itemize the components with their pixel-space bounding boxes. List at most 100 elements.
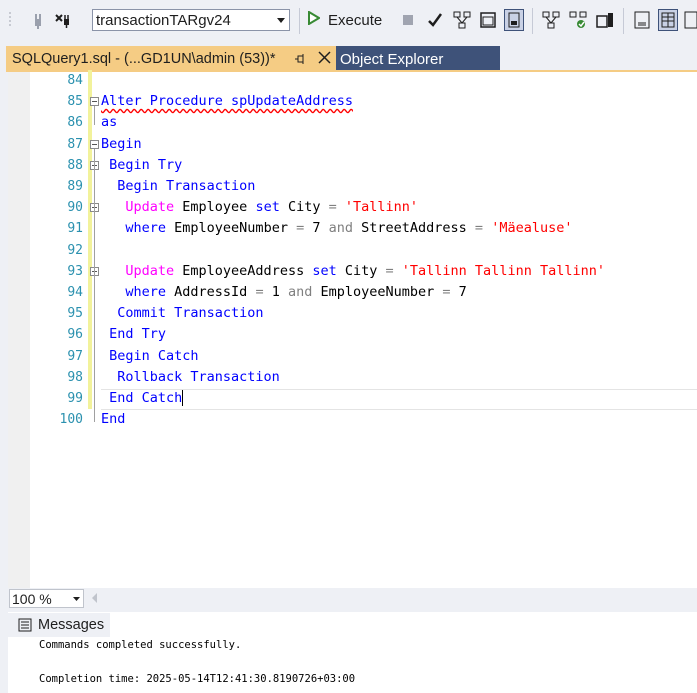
code-token: Begin Transaction [101, 178, 256, 194]
code-token: = [328, 199, 337, 216]
tab-messages[interactable]: Messages [8, 613, 110, 637]
code-token: 'Tallinn' [344, 199, 419, 216]
code-line: End Try [101, 324, 166, 345]
code-token: AddressId [166, 284, 256, 300]
play-icon [308, 9, 321, 30]
toolbar: transactionTARgv24 Execute [0, 0, 697, 42]
line-number: 91 [67, 221, 83, 237]
code-token: = [385, 262, 394, 279]
code-token: as [101, 114, 118, 131]
code-token: set [255, 199, 280, 216]
tab-object-explorer[interactable]: Object Explorer [336, 46, 500, 72]
stop-icon[interactable] [398, 9, 418, 31]
close-icon[interactable] [318, 51, 331, 69]
current-line-highlight [101, 389, 697, 410]
glyph-margin [8, 72, 30, 588]
code-token: Commit Transaction [101, 305, 264, 322]
toolbar-overflow-icon[interactable] [2, 9, 22, 31]
execute-button[interactable]: Execute [308, 9, 382, 31]
editor-status-bar [8, 588, 697, 610]
code-line: Update Employee set City = 'Tallinn' [101, 197, 418, 218]
parse-check-icon[interactable] [425, 9, 445, 31]
database-select[interactable]: transactionTARgv24 [92, 9, 290, 31]
query-editor[interactable]: 84 85 Alter Procedure spUpdateAddress 86 as 8… [8, 70, 697, 588]
code-line: where EmployeeNumber = 7 and StreetAddre… [101, 218, 572, 239]
zoom-select[interactable]: 100 % [9, 589, 84, 608]
results-to-file-icon[interactable] [684, 9, 697, 31]
code-token: End [101, 411, 126, 428]
code-token: where [101, 220, 167, 237]
code-token: EmployeeNumber [312, 284, 443, 300]
query-options-icon[interactable] [478, 9, 498, 31]
plug-icon[interactable] [28, 9, 48, 31]
results-to-text-icon[interactable] [632, 9, 652, 31]
toolbar-separator [623, 8, 624, 34]
line-number: 99 [67, 391, 83, 406]
tab-object-explorer-label: Object Explorer [340, 50, 444, 68]
code-line: Commit Transaction [101, 303, 264, 324]
line-number: 96 [67, 327, 83, 343]
line-number: 85 [67, 94, 83, 110]
client-stats-icon[interactable] [595, 9, 615, 31]
line-number: 93 [67, 263, 83, 279]
code-line: where AddressId = 1 and EmployeeNumber =… [101, 282, 467, 303]
line-number: 98 [67, 369, 83, 385]
execute-label: Execute [328, 11, 383, 29]
code-token: and [328, 220, 353, 237]
code-token: Begin Catch [101, 347, 199, 364]
code-line: Rollback Transaction [101, 367, 280, 388]
code-token: = [474, 220, 484, 237]
change-tracking-bar [88, 70, 92, 410]
code-token: 'Tallinn Tallinn Tallinn' [401, 262, 605, 279]
code-line: Begin Try [101, 155, 182, 176]
code-token: End Try [101, 326, 167, 343]
code-line: Begin Catch [101, 346, 199, 367]
line-number: 89 [67, 179, 83, 194]
message-line: Completion time: 2025-05-14T12:41:30.819… [39, 673, 356, 685]
live-stats-icon[interactable] [568, 9, 588, 31]
code-line: Update EmployeeAddress set City = 'Talli… [101, 261, 605, 282]
code-line: End [101, 409, 125, 430]
line-number: 88 [67, 157, 83, 173]
chevron-down-icon [69, 596, 83, 601]
code-token: Update [101, 199, 175, 216]
tab-sqlquery1[interactable]: SQLQuery1.sql - (...GD1UN\admin (53))* [6, 46, 336, 72]
code-token: Begin [101, 135, 142, 152]
message-line: Commands completed successfully. [39, 639, 242, 651]
line-number: 87 [67, 136, 83, 152]
estimated-plan-icon[interactable] [452, 9, 472, 31]
intellisense-toggle-icon[interactable] [504, 9, 524, 31]
line-number: 92 [67, 242, 83, 258]
code-token: = [442, 284, 451, 300]
line-number: 94 [67, 285, 83, 300]
code-token: = [296, 220, 305, 237]
collapse-toggle-icon[interactable] [90, 97, 99, 107]
code-token: Begin Try [101, 156, 183, 173]
code-token: 7 [450, 284, 467, 300]
code-token: and [287, 284, 313, 300]
line-number: 84 [67, 73, 83, 88]
code-token: 1 [263, 284, 288, 300]
code-token: 7 [304, 220, 329, 237]
code-token: StreetAddress [353, 220, 475, 237]
line-number: 95 [67, 306, 83, 322]
line-number: 90 [67, 200, 83, 216]
line-number: 100 [59, 412, 83, 428]
code-token: = [255, 284, 264, 300]
actual-plan-icon[interactable] [541, 9, 561, 31]
toolbar-separator [299, 8, 300, 34]
chevron-down-icon [273, 10, 289, 30]
outline-guide [94, 106, 95, 126]
results-to-grid-icon[interactable] [658, 9, 678, 31]
change-connection-icon[interactable] [54, 9, 74, 31]
code-line: Alter Procedure spUpdateAddress [101, 91, 353, 112]
pin-icon[interactable] [294, 52, 306, 70]
database-select-value: transactionTARgv24 [96, 11, 231, 29]
scroll-left-arrow-icon[interactable] [90, 591, 100, 605]
code-token: Alter Procedure spUpdateAddress [101, 93, 353, 110]
collapse-toggle-icon[interactable] [90, 139, 99, 149]
outline-guide [94, 212, 95, 232]
